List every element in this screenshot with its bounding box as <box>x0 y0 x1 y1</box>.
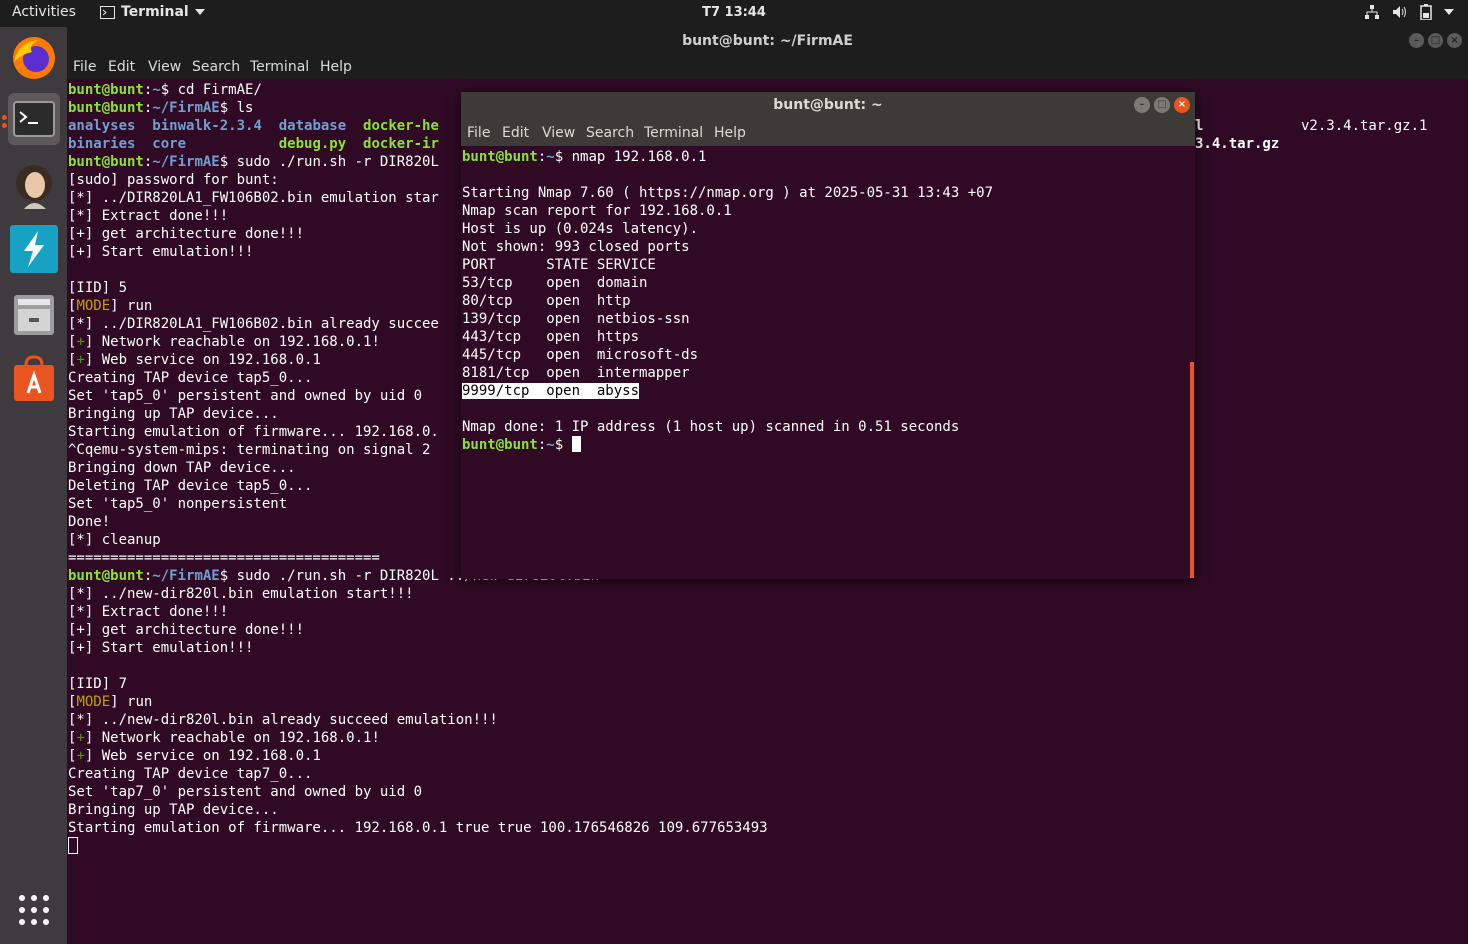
nmap-window-titlebar[interactable]: bunt@bunt: ~ – □ × <box>461 92 1195 120</box>
main-window-titlebar[interactable]: bunt@bunt: ~/FirmAE – □ × <box>67 27 1468 57</box>
terminal-icon <box>13 101 55 137</box>
clock[interactable]: T7 13:44 <box>0 5 1468 20</box>
selected-port-line[interactable]: 9999/tcp open abyss <box>462 383 640 399</box>
menu-file[interactable]: File <box>73 59 96 75</box>
window-controls: – □ × <box>1409 33 1462 48</box>
firefox-icon <box>13 37 55 79</box>
show-applications-button[interactable] <box>8 884 60 936</box>
network-icon[interactable] <box>1364 4 1380 20</box>
menu-search[interactable]: Search <box>192 59 240 75</box>
menu-search[interactable]: Search <box>586 125 634 141</box>
terminal-cursor <box>68 837 78 854</box>
dock-item-zap-app[interactable] <box>8 223 60 275</box>
dock-item-firefox[interactable] <box>8 32 60 84</box>
window-controls: – □ × <box>1134 97 1190 113</box>
top-bar: Activities Terminal T7 13:44 <box>0 0 1468 27</box>
battery-icon[interactable] <box>1420 4 1432 20</box>
terminal-icon <box>100 5 115 19</box>
nmap-terminal-window[interactable]: bunt@bunt: ~ – □ × File Edit View Search… <box>461 92 1195 579</box>
main-window-title: bunt@bunt: ~/FirmAE <box>682 33 853 49</box>
close-button[interactable]: × <box>1447 33 1462 48</box>
minimize-button[interactable]: – <box>1409 33 1424 48</box>
main-menubar: File Edit View Search Terminal Help <box>67 55 1468 79</box>
nmap-menubar: File Edit View Search Terminal Help <box>461 120 1195 146</box>
portrait-icon <box>16 165 52 209</box>
lightning-icon <box>10 225 58 273</box>
app-name: Terminal <box>121 4 189 20</box>
scrollbar[interactable] <box>1190 362 1194 578</box>
dock-item-user-avatar-app[interactable] <box>8 159 60 211</box>
app-menu-button[interactable]: Terminal <box>100 4 205 20</box>
dock-item-files[interactable] <box>8 289 60 341</box>
menu-edit[interactable]: Edit <box>108 59 135 75</box>
nmap-window-title: bunt@bunt: ~ <box>773 97 883 113</box>
dock-item-software[interactable] <box>8 353 60 405</box>
terminal-cursor <box>571 436 581 452</box>
chevron-down-icon[interactable] <box>1444 9 1454 15</box>
nmap-terminal-output[interactable]: bunt@bunt:~$ nmap 192.168.0.1 Starting N… <box>462 148 993 454</box>
menu-help[interactable]: Help <box>320 59 352 75</box>
app-grid-icon <box>19 895 49 925</box>
menu-help[interactable]: Help <box>714 125 746 141</box>
running-indicator <box>2 115 7 120</box>
menu-view[interactable]: View <box>148 59 181 75</box>
maximize-button[interactable]: □ <box>1428 33 1443 48</box>
maximize-button[interactable]: □ <box>1154 97 1170 113</box>
minimize-button[interactable]: – <box>1134 97 1150 113</box>
file-cabinet-icon <box>14 295 54 335</box>
chevron-down-icon <box>194 9 205 15</box>
menu-view[interactable]: View <box>542 125 575 141</box>
ls-overflow-archive: 3.4.tar.gz <box>1195 136 1280 152</box>
menu-edit[interactable]: Edit <box>502 125 529 141</box>
system-tray[interactable] <box>1364 4 1454 20</box>
ls-overflow-dir: l <box>1195 118 1204 134</box>
menu-file[interactable]: File <box>467 125 490 141</box>
software-store-icon <box>14 355 54 401</box>
menu-terminal[interactable]: Terminal <box>644 125 703 141</box>
ls-overflow-file: v2.3.4.tar.gz.1 <box>1301 118 1428 134</box>
dock-item-terminal[interactable] <box>2 93 60 145</box>
activities-button[interactable]: Activities <box>12 4 76 20</box>
dock <box>0 27 67 944</box>
volume-icon[interactable] <box>1392 4 1408 20</box>
close-button[interactable]: × <box>1174 97 1190 113</box>
running-indicator <box>2 123 7 128</box>
menu-terminal[interactable]: Terminal <box>250 59 309 75</box>
